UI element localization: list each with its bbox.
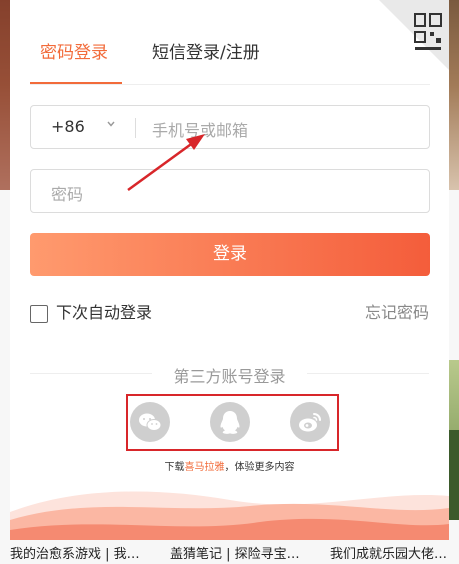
tabs-divider (30, 84, 430, 85)
login-tabs: 密码登录 短信登录/注册 (30, 28, 430, 84)
weibo-icon (299, 413, 321, 432)
auto-login-checkbox[interactable] (30, 305, 48, 323)
background-title[interactable]: 盖猜笔记 | 探险寻宝… (170, 546, 300, 564)
background-title[interactable]: 我们成就乐园大佬… (330, 546, 447, 564)
background-titles: 我的治愈系游戏 | 我… 盖猜笔记 | 探险寻宝… 我们成就乐园大佬… (0, 546, 459, 564)
download-prefix: 下载 (164, 462, 185, 473)
auto-login-label[interactable]: 下次自动登录 (56, 299, 152, 323)
qq-login-button[interactable] (210, 402, 250, 442)
phone-field[interactable]: +86 手机号或邮箱 (30, 105, 430, 149)
field-separator (135, 118, 136, 138)
country-code-select[interactable]: +86 (51, 117, 85, 136)
wechat-icon (139, 413, 162, 431)
download-suffix: ，体验更多内容 (224, 462, 295, 473)
password-input[interactable]: 密码 (51, 181, 83, 205)
password-field[interactable]: 密码 (30, 169, 430, 213)
third-party-title: 第三方账号登录 (173, 367, 286, 386)
weibo-login-button[interactable] (290, 402, 330, 442)
tab-password-login[interactable]: 密码登录 (40, 38, 108, 63)
wechat-login-button[interactable] (130, 402, 170, 442)
login-dialog: 密码登录 短信登录/注册 +86 手机号或邮箱 密码 登录 下次自动登录 忘记密… (10, 0, 449, 540)
forgot-password-link[interactable]: 忘记密码 (365, 299, 429, 323)
login-button[interactable]: 登录 (30, 233, 430, 276)
decorative-waves (10, 491, 449, 540)
chevron-down-icon[interactable] (107, 120, 115, 128)
background-title[interactable]: 我的治愈系游戏 | 我… (10, 546, 140, 564)
download-app-text: 下载喜马拉雅，体验更多内容 (10, 458, 449, 473)
download-app-link[interactable]: 喜马拉雅 (185, 462, 225, 473)
phone-input[interactable]: 手机号或邮箱 (152, 117, 248, 141)
qq-icon (220, 411, 240, 434)
tab-sms-login[interactable]: 短信登录/注册 (152, 38, 260, 63)
